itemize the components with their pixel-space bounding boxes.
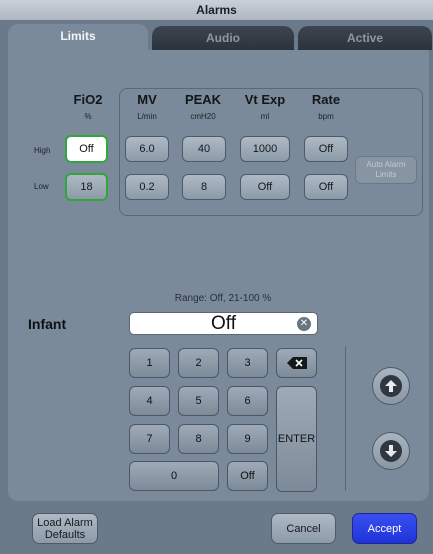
tab-active[interactable]: Active	[298, 26, 432, 50]
row-label-low: Low	[34, 182, 49, 191]
key-7[interactable]: 7	[129, 424, 170, 454]
range-text: Range: Off, 21-100 %	[174, 293, 272, 304]
arrow-up-icon	[385, 380, 397, 392]
keypad-divider	[345, 346, 346, 491]
accept-button[interactable]: Accept	[352, 513, 417, 544]
row-label-high: High	[34, 146, 51, 155]
peak-low-button[interactable]: 8	[182, 174, 226, 200]
peak-high-button[interactable]: 40	[182, 136, 226, 162]
increment-button[interactable]	[372, 367, 410, 405]
footer-bar: Load Alarm Defaults Cancel Accept	[0, 501, 433, 554]
key-off[interactable]: Off	[227, 461, 268, 491]
key-3[interactable]: 3	[227, 348, 268, 378]
column-unit-vt-exp: ml	[260, 112, 270, 121]
cancel-button[interactable]: Cancel	[271, 513, 336, 544]
rate-high-button[interactable]: Off	[304, 136, 348, 162]
rate-low-button[interactable]: Off	[304, 174, 348, 200]
key-2[interactable]: 2	[178, 348, 219, 378]
column-header-fio2: FiO2	[73, 92, 103, 107]
column-header-rate: Rate	[311, 92, 341, 107]
column-unit-fio2: %	[84, 112, 92, 121]
vt-exp-high-button[interactable]: 1000	[240, 136, 290, 162]
window-title: Alarms	[0, 0, 433, 20]
enter-key[interactable]: ENTER	[276, 386, 317, 492]
entry-value: Off	[211, 313, 236, 334]
key-1[interactable]: 1	[129, 348, 170, 378]
fio2-low-button[interactable]: 18	[65, 173, 108, 201]
key-0[interactable]: 0	[129, 461, 219, 491]
column-header-mv: MV	[137, 92, 157, 107]
column-unit-rate: bpm	[318, 112, 334, 121]
key-8[interactable]: 8	[178, 424, 219, 454]
decrement-button[interactable]	[372, 432, 410, 470]
tab-audio[interactable]: Audio	[152, 26, 294, 50]
key-5[interactable]: 5	[178, 386, 219, 416]
load-alarm-defaults-button[interactable]: Load Alarm Defaults	[32, 513, 98, 544]
mv-low-button[interactable]: 0.2	[125, 174, 169, 200]
vt-exp-low-button[interactable]: Off	[240, 174, 290, 200]
tab-bar: Limits Audio Active	[0, 20, 433, 54]
patient-type-label: Infant	[28, 316, 67, 332]
backspace-icon	[286, 357, 307, 369]
clear-circle-icon[interactable]: ✕	[297, 317, 311, 331]
key-6[interactable]: 6	[227, 386, 268, 416]
column-unit-peak: cmH20	[190, 112, 216, 121]
auto-alarm-limits-button[interactable]: Auto Alarm Limits	[355, 156, 417, 184]
arrow-down-icon	[385, 445, 397, 457]
key-4[interactable]: 4	[129, 386, 170, 416]
fio2-high-button[interactable]: Off	[65, 135, 108, 163]
key-9[interactable]: 9	[227, 424, 268, 454]
column-header-vt-exp: Vt Exp	[244, 92, 286, 107]
value-entry-field[interactable]: Off ✕	[129, 312, 318, 335]
backspace-key[interactable]	[276, 348, 317, 378]
column-unit-mv: L/min	[137, 112, 157, 121]
mv-high-button[interactable]: 6.0	[125, 136, 169, 162]
column-header-peak: PEAK	[184, 92, 222, 107]
